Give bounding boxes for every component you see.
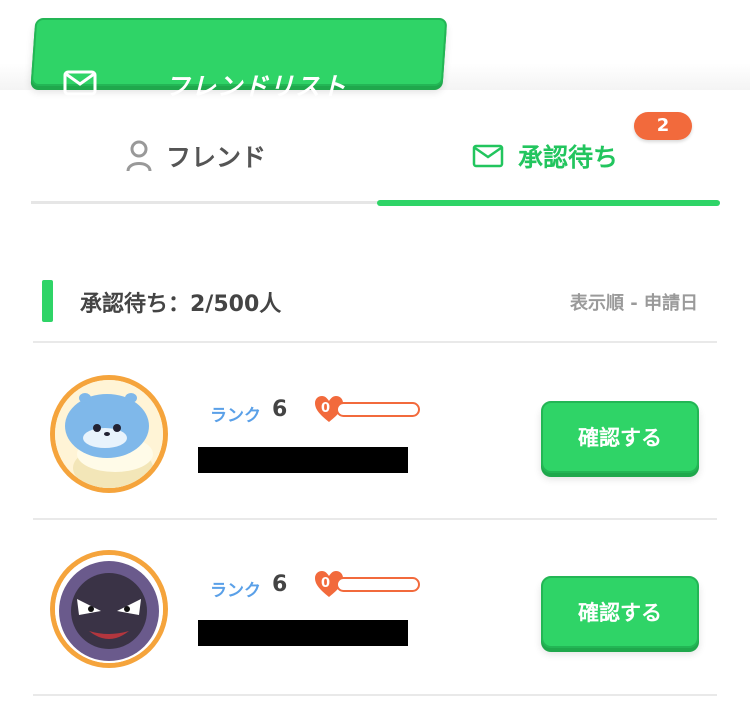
- person-icon: [126, 140, 152, 172]
- redacted-trainer-name: [198, 620, 408, 646]
- tab-pending[interactable]: 承認待ち: [472, 130, 618, 182]
- confirm-button[interactable]: 確認する: [541, 576, 699, 648]
- friendship-progress-bar: [336, 577, 420, 592]
- sort-order-label[interactable]: 表示順 - 申請日: [570, 289, 698, 315]
- tab-friends[interactable]: フレンド: [126, 130, 266, 182]
- gastly-avatar[interactable]: [50, 550, 168, 668]
- gastly-icon: [55, 555, 163, 663]
- rank-value: 6: [272, 397, 288, 422]
- spheal-icon: [55, 380, 163, 488]
- tab-active-indicator: [377, 200, 720, 206]
- page-title: フレンドリスト: [165, 72, 348, 101]
- row-divider: [33, 694, 717, 696]
- confirm-button[interactable]: 確認する: [541, 401, 699, 473]
- rank-label: ランク: [210, 581, 261, 601]
- pending-count-badge: 2: [634, 112, 692, 140]
- friend-list-title-banner: フレンドリスト: [30, 18, 448, 101]
- friendship-level: 0: [321, 576, 331, 591]
- mail-icon: [63, 70, 97, 96]
- section-accent-bar: [42, 280, 53, 322]
- friend-request-row: ランク 6 0 確認する: [0, 343, 750, 518]
- rank-label: ランク: [210, 406, 261, 426]
- spheal-avatar[interactable]: [50, 375, 168, 493]
- tab-pending-label: 承認待ち: [518, 143, 619, 172]
- rank-value: 6: [272, 572, 288, 597]
- redacted-trainer-name: [198, 447, 408, 473]
- friendship-progress-bar: [336, 402, 420, 417]
- friendship-level: 0: [321, 401, 331, 416]
- tab-friends-label: フレンド: [166, 143, 267, 172]
- friend-request-row: ランク 6 0 確認する: [0, 520, 750, 695]
- mail-icon: [472, 144, 504, 168]
- section-title: 承認待ち：2/500人: [80, 292, 282, 317]
